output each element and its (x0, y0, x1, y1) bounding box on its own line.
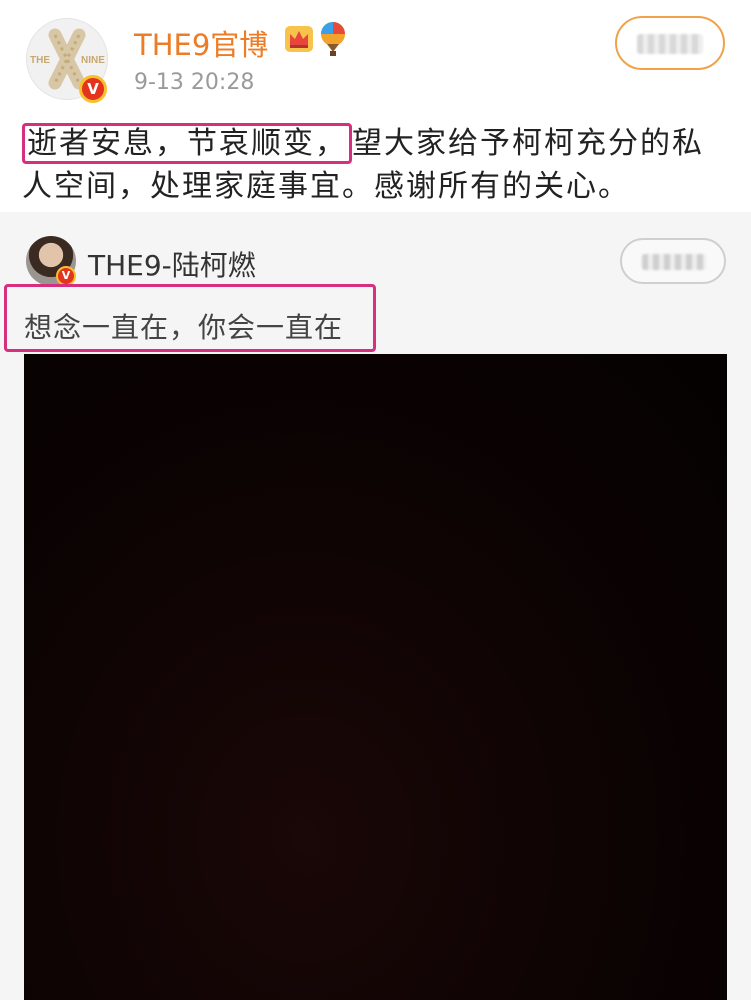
post-header: THE NINE V THE9官博 9-13 20:28 (0, 0, 751, 112)
avatar[interactable]: THE NINE V (26, 18, 108, 103)
repost-author-name[interactable]: THE9-陆柯燃 (88, 244, 256, 284)
balloon-icon (321, 22, 345, 56)
follow-button[interactable] (615, 16, 725, 70)
blurred-label (642, 254, 706, 270)
repost-card[interactable]: V THE9-陆柯燃 想念一直在，你会一直在 (0, 212, 751, 1000)
highlighted-text: 逝者安息，节哀顺变， (22, 123, 352, 164)
verified-icon: V (56, 266, 76, 286)
blurred-label (637, 34, 703, 54)
repost-follow-button[interactable] (620, 238, 726, 284)
crown-icon (285, 26, 313, 52)
repost-text: 想念一直在，你会一直在 (24, 311, 344, 344)
post-text: 逝者安息，节哀顺变， 望大家给予柯柯充分的私人空间，处理家庭事宜。感谢所有的关心。 (22, 122, 734, 208)
verified-icon: V (79, 75, 107, 103)
author-name[interactable]: THE9官博 (134, 22, 268, 64)
repost-avatar[interactable]: V (26, 236, 76, 286)
svg-text:NINE: NINE (81, 55, 105, 66)
post-time: 9-13 20:28 (134, 70, 255, 95)
svg-text:THE: THE (30, 55, 50, 66)
repost-image[interactable] (24, 354, 727, 1000)
